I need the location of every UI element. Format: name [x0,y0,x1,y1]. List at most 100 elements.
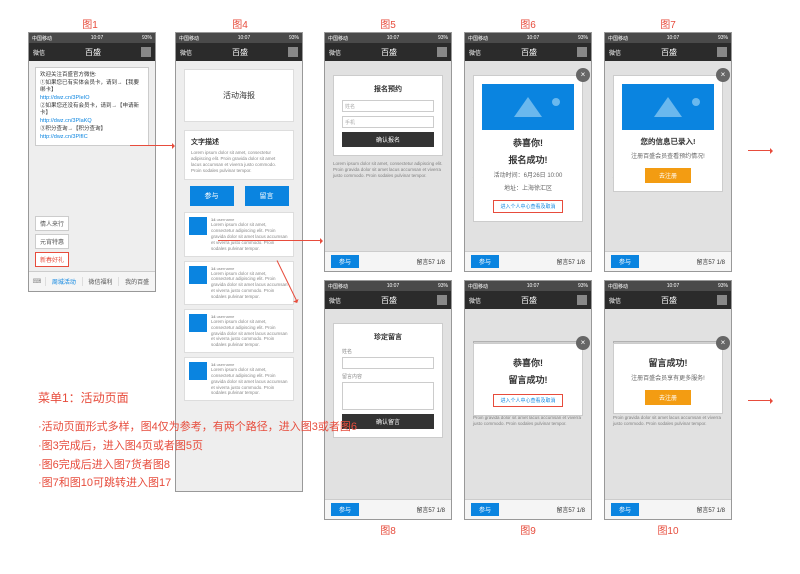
join-btn[interactable]: 参与 [331,503,359,516]
label-f5: 图5 [358,16,418,31]
close-icon[interactable]: × [716,68,730,82]
status-bar: 中国移动10:0793% [176,33,302,43]
submit-button[interactable]: 确认报名 [342,132,434,147]
arrow-f4-f5 [218,240,322,241]
join-btn[interactable]: 参与 [471,503,499,516]
phone-f9: 中国移动10:0793% 微信百盛 Lorem ipsum dolor sit … [464,280,592,520]
back-button[interactable]: 微信 [33,48,45,57]
action-buttons: 参与 留言 [184,186,294,206]
tab-welfare[interactable]: 微信福利 [82,277,119,286]
nav-bar: 微信百盛 [176,43,302,61]
register-button[interactable]: 去注册 [645,390,691,405]
label-f8: 图8 [358,522,418,537]
tab-activity[interactable]: 周城活动 [45,277,82,286]
name-input[interactable] [342,357,434,369]
profile-icon[interactable] [717,295,727,305]
tab-mine[interactable]: 我的百盛 [118,277,155,286]
goto-profile-button[interactable]: 进入个人中心查看及取消 [493,200,562,213]
signup-modal: 报名预约 姓名 手机 确认报名 [333,75,443,156]
welcome-message: 欢迎关注百盛官方微信: ①如果您已有实体会员卡，请到→【我要绑卡】 http:/… [35,67,149,146]
pill-1[interactable]: 情人来行 [35,216,69,231]
comment-item[interactable]: 14 usernameLorem ipsum dolor sit amet, c… [184,261,294,305]
bottom-actions: 参与 留言57 1/8 [465,251,591,271]
status-bar: 中国移动10:0793% [325,33,451,43]
avatar-icon [189,217,207,235]
link-bind[interactable]: http://dwz.cn/3PIeIO [40,95,90,101]
profile-icon[interactable] [437,47,447,57]
close-icon[interactable]: × [716,336,730,350]
label-f4: 图4 [210,16,270,31]
link-points[interactable]: http://dwz.cn/3PIfIC [40,134,88,140]
back-button[interactable]: 微信 [609,296,621,305]
status-bar: 中国移动10:0793% [605,281,731,291]
join-button[interactable]: 参与 [190,186,234,206]
screen-body: Lorem ipsum dolor sit amet, consectetur … [605,309,731,519]
profile-icon[interactable] [577,295,587,305]
back-button[interactable]: 微信 [329,296,341,305]
avatar-icon [189,266,207,284]
bottom-actions: 参与留言57 1/8 [325,499,451,519]
text-section: 文字描述 Lorem ipsum dolor sit amet, consect… [184,130,294,180]
status-bar: 中国移动10:0793% [325,281,451,291]
nav-title: 百盛 [381,47,397,58]
modal-title: 珍定留言 [342,332,434,342]
comment-item[interactable]: 14 usernameLorem ipsum dolor sit amet, c… [184,309,294,353]
goto-profile-button[interactable]: 进入个人中心查看及取消 [493,394,562,407]
pill-2[interactable]: 元宵特惠 [35,234,69,249]
nav-bar: 微信百盛 [325,291,451,309]
join-btn[interactable]: 参与 [331,255,359,268]
phone-f1: 中国移动10:0793% 微信百盛 欢迎关注百盛官方微信: ①如果您已有实体会员… [28,32,156,292]
modal-title: 报名预约 [342,84,434,94]
screen-body: Lorem ipsum dolor sit amet, consectetur … [465,61,591,271]
success-title: 恭喜你! [482,136,574,149]
close-icon[interactable]: × [576,68,590,82]
note-line: ·图7和图10可跳转进入图17 [38,474,357,493]
success-title: 恭喜你! [482,356,574,369]
profile-icon[interactable] [437,295,447,305]
avatar-icon [189,362,207,380]
notes-section: 菜单1：活动页面 ·活动页面形式多样，图4仅为参考，有两个路径，进入图3或者图6… [38,388,357,493]
count-text: 留言57 1/8 [416,257,445,266]
bottom-actions: 参与 留言57 1/8 [465,499,591,519]
success-sub: 报名成功! [482,153,574,166]
arrow-f10-out [748,400,772,401]
note-line: ·图3完成后，进入图4页或者图5页 [38,437,357,456]
success-modal: × 恭喜你! 报名成功! 活动时间：6月26日 10:00 地址：上海徐汇区 进… [473,75,583,222]
bottom-tabbar: ⌨ 周城活动 微信福利 我的百盛 [29,271,155,291]
bottom-actions: 参与 留言57 1/8 [325,251,451,271]
back-button[interactable]: 微信 [609,48,621,57]
close-icon[interactable]: × [576,336,590,350]
phone-f7: 中国移动10:0793% 微信百盛 Lorem ipsum dolor sit … [604,32,732,272]
pill-3[interactable]: 新春好礼 [35,252,69,267]
comment-button[interactable]: 留言 [245,186,289,206]
nav-bar: 微信百盛 [605,291,731,309]
count-text: 留言57 1/8 [556,505,585,514]
phone-f10: 中国移动10:0793% 微信百盛 Lorem ipsum dolor sit … [604,280,732,520]
join-btn[interactable]: 参与 [471,255,499,268]
back-button[interactable]: 微信 [329,48,341,57]
join-btn[interactable]: 参与 [611,255,639,268]
back-button[interactable]: 微信 [469,48,481,57]
profile-icon[interactable] [717,47,727,57]
back-button[interactable]: 微信 [469,296,481,305]
hero-image [482,84,574,130]
profile-icon[interactable] [288,47,298,57]
nav-bar: 微信百盛 [29,43,155,61]
comment-item[interactable]: 14 usernameLorem ipsum dolor sit amet, c… [184,212,294,256]
keyboard-icon[interactable]: ⌨ [29,278,45,285]
phone-input[interactable]: 手机 [342,116,434,128]
join-btn[interactable]: 参与 [611,503,639,516]
label-f7: 图7 [638,16,698,31]
back-button[interactable]: 微信 [180,48,192,57]
label-f9: 图9 [498,522,558,537]
success-sub: 留言成功! [482,373,574,386]
link-new[interactable]: http://dwz.cn/3PIaKQ [40,118,92,124]
profile-icon[interactable] [577,47,587,57]
name-input[interactable]: 姓名 [342,100,434,112]
hero-image [622,84,714,130]
count-text: 留言57 1/8 [556,257,585,266]
profile-icon[interactable] [141,47,151,57]
label-f1: 图1 [60,16,120,31]
notes-title: 菜单1：活动页面 [38,388,357,408]
register-button[interactable]: 去注册 [645,168,691,183]
